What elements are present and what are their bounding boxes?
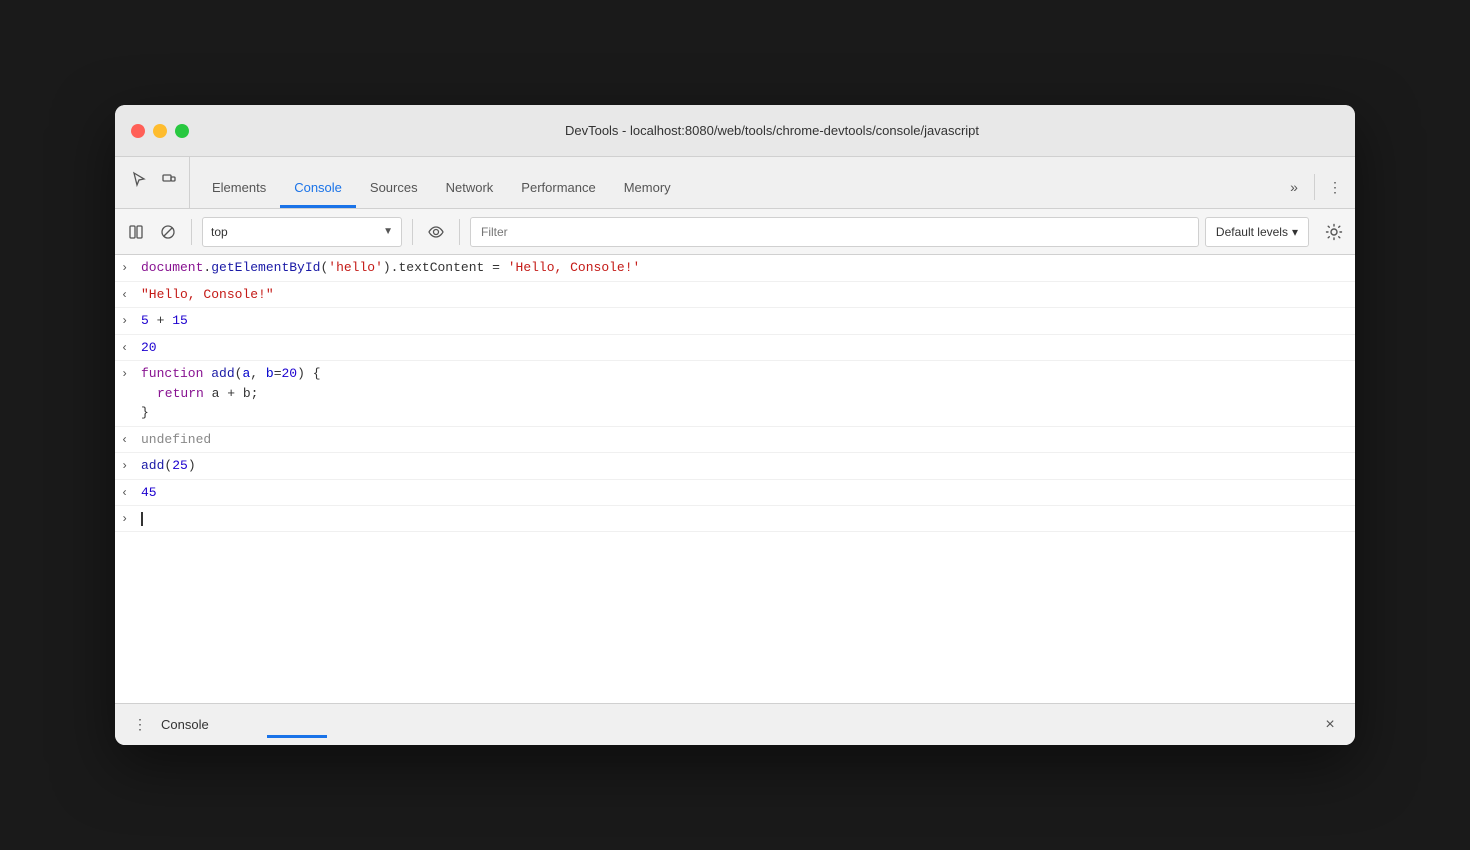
console-content-5: function add(a, b=20) { return a + b; } bbox=[141, 364, 1347, 423]
output-arrow-6: ‹ bbox=[121, 430, 141, 449]
input-cursor bbox=[141, 512, 143, 526]
console-line-7: › add(25) bbox=[115, 453, 1355, 480]
close-button[interactable] bbox=[131, 124, 145, 138]
bottom-menu-icon[interactable]: ⋮ bbox=[127, 712, 153, 738]
console-content-4: 20 bbox=[141, 338, 1347, 358]
device-toolbar-icon[interactable] bbox=[157, 167, 181, 191]
console-line-2: ‹ "Hello, Console!" bbox=[115, 282, 1355, 309]
console-input-line[interactable]: › bbox=[115, 506, 1355, 532]
toolbar-divider-1 bbox=[191, 219, 192, 245]
filter-input[interactable] bbox=[470, 217, 1199, 247]
input-arrow-1: › bbox=[121, 258, 141, 277]
window-title: DevTools - localhost:8080/web/tools/chro… bbox=[205, 123, 1339, 138]
more-tabs-button[interactable]: » bbox=[1282, 175, 1306, 199]
tab-elements[interactable]: Elements bbox=[198, 157, 280, 208]
default-levels-arrow: ▾ bbox=[1292, 225, 1298, 239]
tabs-right: » ⋮ bbox=[1282, 174, 1347, 208]
console-output[interactable]: › document.getElementById('hello').textC… bbox=[115, 255, 1355, 703]
cursor-icon[interactable] bbox=[127, 167, 151, 191]
tabs-bar: Elements Console Sources Network Perform… bbox=[115, 157, 1355, 209]
toolbar-divider-3 bbox=[459, 219, 460, 245]
output-arrow-8: ‹ bbox=[121, 483, 141, 502]
devtools-window: DevTools - localhost:8080/web/tools/chro… bbox=[115, 105, 1355, 745]
console-line-1: › document.getElementById('hello').textC… bbox=[115, 255, 1355, 282]
input-prompt: › bbox=[121, 509, 141, 528]
bottom-bar: ⋮ Console × bbox=[115, 703, 1355, 745]
maximize-button[interactable] bbox=[175, 124, 189, 138]
console-line-8: ‹ 45 bbox=[115, 480, 1355, 507]
console-content-1: document.getElementById('hello').textCon… bbox=[141, 258, 1347, 278]
input-arrow-5: › bbox=[121, 364, 141, 383]
tab-sources[interactable]: Sources bbox=[356, 157, 432, 208]
bottom-bar-label: Console bbox=[161, 717, 209, 732]
devtools-menu-button[interactable]: ⋮ bbox=[1323, 175, 1347, 199]
settings-button[interactable] bbox=[1321, 219, 1347, 245]
bottom-active-indicator bbox=[267, 735, 327, 738]
tab-console[interactable]: Console bbox=[280, 157, 356, 208]
input-arrow-3: › bbox=[121, 311, 141, 330]
input-arrow-7: › bbox=[121, 456, 141, 475]
console-content-6: undefined bbox=[141, 430, 1347, 450]
context-selector-arrow: ▼ bbox=[383, 226, 393, 237]
tab-performance[interactable]: Performance bbox=[507, 157, 609, 208]
tab-memory[interactable]: Memory bbox=[610, 157, 685, 208]
traffic-lights bbox=[131, 124, 189, 138]
clear-console-button[interactable] bbox=[123, 219, 149, 245]
console-line-4: ‹ 20 bbox=[115, 335, 1355, 362]
context-selector[interactable]: top ▼ bbox=[202, 217, 402, 247]
console-content-3: 5 + 15 bbox=[141, 311, 1347, 331]
console-line-6: ‹ undefined bbox=[115, 427, 1355, 454]
eye-icon[interactable] bbox=[423, 219, 449, 245]
ban-icon[interactable] bbox=[155, 219, 181, 245]
tab-network[interactable]: Network bbox=[432, 157, 508, 208]
minimize-button[interactable] bbox=[153, 124, 167, 138]
console-toolbar: top ▼ Default levels ▾ bbox=[115, 209, 1355, 255]
console-content-8: 45 bbox=[141, 483, 1347, 503]
title-bar: DevTools - localhost:8080/web/tools/chro… bbox=[115, 105, 1355, 157]
console-content-2: "Hello, Console!" bbox=[141, 285, 1347, 305]
tabs-left-icons bbox=[123, 157, 190, 208]
console-line-3: › 5 + 15 bbox=[115, 308, 1355, 335]
filter-text-input[interactable] bbox=[481, 225, 1188, 239]
close-drawer-button[interactable]: × bbox=[1317, 712, 1343, 738]
default-levels-button[interactable]: Default levels ▾ bbox=[1205, 217, 1309, 247]
console-content-7: add(25) bbox=[141, 456, 1347, 476]
output-arrow-4: ‹ bbox=[121, 338, 141, 357]
output-arrow-2: ‹ bbox=[121, 285, 141, 304]
bottom-bar-wrapper: ⋮ Console × bbox=[127, 712, 1343, 738]
toolbar-divider-2 bbox=[412, 219, 413, 245]
console-line-5: › function add(a, b=20) { return a + b; … bbox=[115, 361, 1355, 427]
